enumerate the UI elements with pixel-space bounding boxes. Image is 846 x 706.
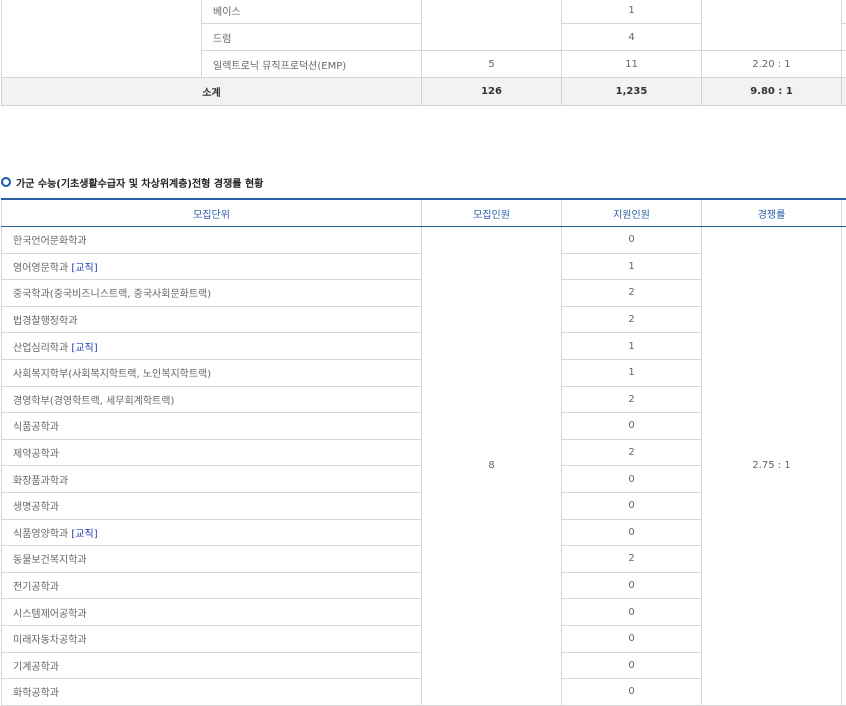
edge-cell xyxy=(842,51,846,78)
applicants-cell: 0 xyxy=(562,652,702,679)
edge-cell xyxy=(842,24,846,51)
unit-name: 식품공학과 xyxy=(2,413,422,440)
unit-name: 화학공학과 xyxy=(2,679,422,706)
unit-name: 중국학과(중국비즈니스트랙, 중국사회문화트랙) xyxy=(2,280,422,307)
recruit-cell xyxy=(422,0,562,51)
unit-name: 화장품과학과 xyxy=(2,466,422,493)
applicants-cell: 2 xyxy=(562,546,702,573)
section-heading: 가군 수능(기초생활수급자 및 차상위계층)전형 경쟁률 현황 xyxy=(1,174,263,190)
category-cell xyxy=(2,0,202,78)
edge-cell xyxy=(842,0,846,24)
applicants-cell: 0 xyxy=(562,625,702,652)
edge-cell xyxy=(842,199,846,227)
unit-name: 시스템제어공학과 xyxy=(2,599,422,626)
ratio-cell xyxy=(702,0,842,51)
teacher-training-tag: [교직] xyxy=(71,263,97,274)
applicants-cell: 11 xyxy=(562,51,702,78)
teacher-training-tag: [교직] xyxy=(71,343,97,354)
ratio-cell: 2.20 : 1 xyxy=(702,51,842,78)
applicants-cell: 0 xyxy=(562,227,702,254)
applicants-cell: 2 xyxy=(562,306,702,333)
unit-name: 베이스 xyxy=(202,0,422,24)
unit-name: 식품영양학과 [교직] xyxy=(2,519,422,546)
section-title: 가군 수능(기초생활수급자 및 차상위계층)전형 경쟁률 현황 xyxy=(16,175,263,190)
applicants-cell: 4 xyxy=(562,24,702,51)
applicants-cell: 0 xyxy=(562,466,702,493)
subtotal-applicants: 1,235 xyxy=(562,78,702,106)
unit-name: 경영학부(경영학트랙, 세무회계학트랙) xyxy=(2,386,422,413)
edge-cell xyxy=(842,78,846,106)
unit-name: 법경찰행정학과 xyxy=(2,306,422,333)
header-recruit: 모집인원 xyxy=(422,199,562,227)
unit-name: 미래자동차공학과 xyxy=(2,625,422,652)
unit-name: 한국언어문화학과 xyxy=(2,227,422,254)
applicants-cell: 0 xyxy=(562,679,702,706)
competition-rate-table: 모집단위 모집인원 지원인원 경쟁률 한국언어문화학과 8 0 2.75 : 1… xyxy=(1,198,846,706)
applicants-cell: 1 xyxy=(562,333,702,360)
applicants-cell: 1 xyxy=(562,253,702,280)
subtotal-ratio: 9.80 : 1 xyxy=(702,78,842,106)
applicants-cell: 1 xyxy=(562,0,702,24)
header-unit: 모집단위 xyxy=(2,199,422,227)
header-ratio: 경쟁률 xyxy=(702,199,842,227)
unit-name: 일렉트로닉 뮤직프로덕션(EMP) xyxy=(202,51,422,78)
unit-name: 기계공학과 xyxy=(2,652,422,679)
applicants-cell: 0 xyxy=(562,572,702,599)
teacher-training-tag: [교직] xyxy=(71,529,97,540)
recruit-total: 8 xyxy=(422,227,562,706)
applicants-cell: 2 xyxy=(562,386,702,413)
edge-cell xyxy=(842,227,846,706)
subtotal-label: 소계 xyxy=(2,78,422,106)
applicants-cell: 0 xyxy=(562,413,702,440)
table-header-row: 모집단위 모집인원 지원인원 경쟁률 xyxy=(2,199,846,227)
unit-name: 제약공학과 xyxy=(2,439,422,466)
recruit-cell: 5 xyxy=(422,51,562,78)
unit-name: 전기공학과 xyxy=(2,572,422,599)
applicants-cell: 1 xyxy=(562,359,702,386)
applicants-cell: 0 xyxy=(562,519,702,546)
applicants-cell: 2 xyxy=(562,439,702,466)
unit-name: 드럼 xyxy=(202,24,422,51)
unit-name: 생명공학과 xyxy=(2,492,422,519)
unit-name: 산업심리학과 [교직] xyxy=(2,333,422,360)
applicants-cell: 2 xyxy=(562,280,702,307)
header-applicants: 지원인원 xyxy=(562,199,702,227)
unit-name: 동물보건복지학과 xyxy=(2,546,422,573)
subtotal-row: 소계 126 1,235 9.80 : 1 xyxy=(2,78,846,106)
ratio-total: 2.75 : 1 xyxy=(702,227,842,706)
table-row: 한국언어문화학과 8 0 2.75 : 1 xyxy=(2,227,846,254)
subtotal-recruit: 126 xyxy=(422,78,562,106)
circle-bullet-icon xyxy=(1,177,11,187)
previous-competition-table: 베이스 1 드럼 4 일렉트로닉 뮤직프로덕션(EMP) 5 11 2.20 :… xyxy=(1,0,846,106)
table-row: 베이스 1 xyxy=(2,0,846,24)
applicants-cell: 0 xyxy=(562,599,702,626)
unit-name: 영어영문학과 [교직] xyxy=(2,253,422,280)
applicants-cell: 0 xyxy=(562,492,702,519)
unit-name: 사회복지학부(사회복지학트랙, 노인복지학트랙) xyxy=(2,359,422,386)
